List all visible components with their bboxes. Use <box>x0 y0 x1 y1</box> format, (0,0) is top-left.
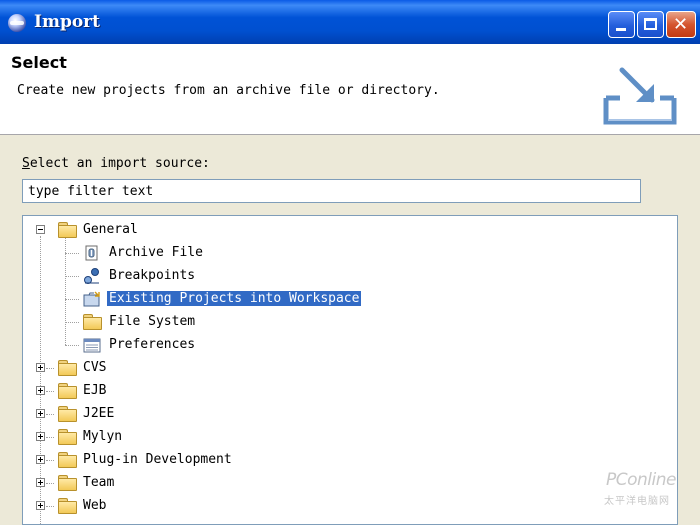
archive-file-icon <box>85 245 98 261</box>
wizard-header: Select Create new projects from an archi… <box>0 44 700 135</box>
expand-icon[interactable] <box>36 478 45 487</box>
page-title: Select <box>11 53 67 72</box>
existing-projects-icon <box>83 291 100 307</box>
tree-node-existing-projects[interactable]: Existing Projects into Workspace <box>23 288 673 311</box>
close-icon: ✕ <box>673 14 689 35</box>
filter-input[interactable] <box>22 179 641 203</box>
preferences-icon <box>83 338 101 353</box>
maximize-icon <box>644 18 657 30</box>
tree-node-file-system[interactable]: File System <box>23 311 673 334</box>
folder-icon <box>57 406 77 422</box>
expand-icon[interactable] <box>36 409 45 418</box>
folder-icon <box>82 314 102 330</box>
tree-node-breakpoints[interactable]: Breakpoints <box>23 265 673 288</box>
folder-icon <box>57 383 77 399</box>
tree-node-plugin-development[interactable]: Plug-in Development <box>23 449 673 472</box>
window-title: Import <box>34 12 100 32</box>
folder-icon <box>57 498 77 514</box>
open-folder-icon <box>57 222 77 238</box>
minimize-icon <box>616 28 626 31</box>
title-bar[interactable]: Import ✕ <box>0 0 700 44</box>
breakpoints-icon <box>84 268 99 284</box>
folder-icon <box>57 429 77 445</box>
tree-node-general[interactable]: General <box>23 219 673 242</box>
expand-icon[interactable] <box>36 501 45 510</box>
expand-icon[interactable] <box>36 386 45 395</box>
page-description: Create new projects from an archive file… <box>17 83 440 98</box>
folder-icon <box>57 452 77 468</box>
tree-node-ejb[interactable]: EJB <box>23 380 673 403</box>
minimize-button[interactable] <box>608 11 635 38</box>
maximize-button[interactable] <box>637 11 664 38</box>
tree-node-preferences[interactable]: Preferences <box>23 334 673 357</box>
expand-icon[interactable] <box>36 432 45 441</box>
watermark: PConline 太平洋电脑网 <box>604 470 676 507</box>
tree-node-mylyn[interactable]: Mylyn <box>23 426 673 449</box>
folder-icon <box>57 475 77 491</box>
tree-node-archive-file[interactable]: Archive File <box>23 242 673 265</box>
close-button[interactable]: ✕ <box>666 11 696 38</box>
expand-icon[interactable] <box>36 363 45 372</box>
import-wizard-icon <box>603 67 677 125</box>
tree-node-j2ee[interactable]: J2EE <box>23 403 673 426</box>
collapse-icon[interactable] <box>36 225 45 234</box>
import-source-label: Select an import source: <box>22 156 210 171</box>
expand-icon[interactable] <box>36 455 45 464</box>
import-source-tree[interactable]: General Archive File Breakpoints Existin… <box>22 215 678 525</box>
tree-node-cvs[interactable]: CVS <box>23 357 673 380</box>
folder-icon <box>57 360 77 376</box>
app-icon <box>8 14 26 32</box>
tree-node-team[interactable]: Team <box>23 472 673 495</box>
